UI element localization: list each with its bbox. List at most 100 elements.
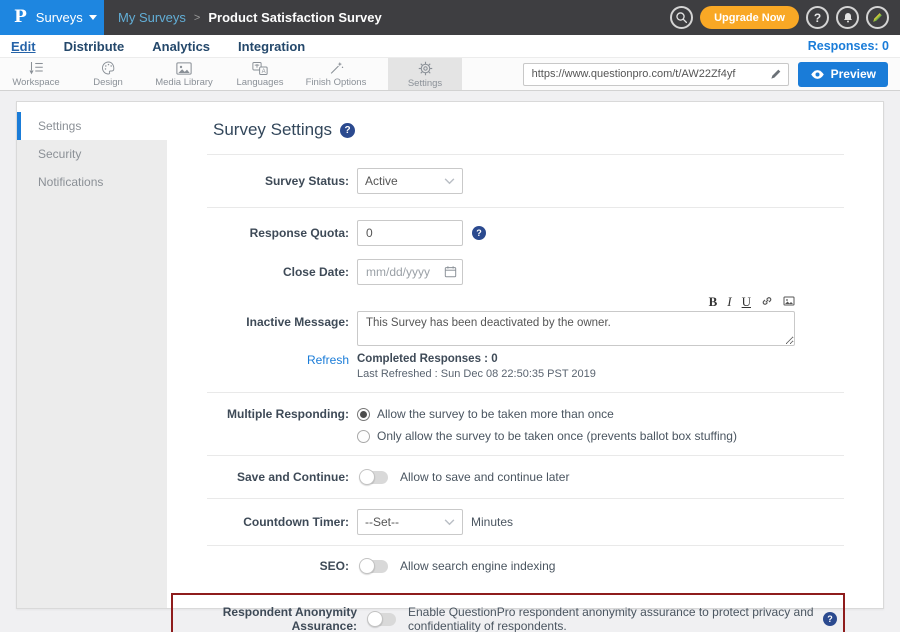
survey-url-wrap [523,63,789,86]
toggle-knob [367,611,383,627]
questionpro-logo: P [14,9,27,26]
respondent-anonymity-help-icon[interactable]: ? [823,612,837,626]
toolbar-item-settings[interactable]: Settings [388,58,462,90]
respondent-anonymity-toggle[interactable] [369,613,396,626]
responses-count[interactable]: Responses: 0 [808,39,889,53]
settings-main: Survey Settings ? Survey Status: Active … [167,102,883,608]
completed-responses-text: Completed Responses : 0 [357,353,596,365]
save-and-continue-toggle[interactable] [361,471,388,484]
toolbar-label: Workspace [12,77,59,88]
save-and-continue-row: Save and Continue: Allow to save and con… [167,456,883,498]
toolbar-item-workspace[interactable]: Workspace [0,58,72,90]
seo-label: SEO: [167,559,357,573]
pencil-list-icon [27,60,45,76]
countdown-timer-select[interactable]: --Set-- [357,509,463,535]
translate-icon: A [251,61,269,76]
radio-selected-icon[interactable] [357,408,370,421]
toolbar-item-media-library[interactable]: Media Library [144,58,224,90]
settings-sidebar: Settings Security Notifications [17,102,167,608]
tab-analytics[interactable]: Analytics [152,39,210,54]
settings-card: Settings Security Notifications Survey S… [16,101,884,609]
sidebar-item-notifications[interactable]: Notifications [17,168,167,196]
insert-image-icon[interactable] [783,295,795,307]
top-navbar: P Surveys My Surveys > Product Satisfact… [0,0,900,35]
underline-button[interactable]: U [742,295,751,308]
close-date-wrap [357,259,463,285]
surveys-menu[interactable]: Surveys [36,10,97,25]
calendar-icon[interactable] [444,265,457,278]
italic-button[interactable]: I [727,295,731,308]
last-refreshed-text: Last Refreshed : Sun Dec 08 22:50:35 PST… [357,368,596,380]
refresh-row: Refresh Completed Responses : 0 Last Ref… [167,349,883,392]
survey-settings-help-icon[interactable]: ? [340,123,355,138]
tab-edit[interactable]: Edit [11,39,36,54]
multiple-responding-options: Allow the survey to be taken more than o… [357,407,737,443]
breadcrumb-my-surveys[interactable]: My Surveys [118,10,186,25]
toolbar-sections: Workspace Design Media Library A [0,58,462,90]
toolbar-item-languages[interactable]: A Languages [224,58,296,90]
richtext-toolbar: B I U [357,293,795,309]
survey-status-select[interactable]: Active [357,168,463,194]
help-button[interactable]: ? [806,6,829,29]
toolbar-label: Design [93,77,123,88]
brand-block[interactable]: P Surveys [0,0,104,35]
search-button[interactable] [670,6,693,29]
response-quota-help-icon[interactable]: ? [472,226,486,240]
sidebar-item-label: Notifications [38,175,103,189]
countdown-timer-unit: Minutes [471,515,513,529]
inactive-message-row: Inactive Message: B I U [167,291,883,349]
radio-option-once[interactable]: Only allow the survey to be taken once (… [357,429,737,443]
upgrade-now-button[interactable]: Upgrade Now [700,6,799,29]
survey-tab-bar: Edit Distribute Analytics Integration Re… [0,35,900,58]
whats-new-button[interactable] [866,6,889,29]
save-and-continue-description: Allow to save and continue later [400,470,569,484]
respondent-anonymity-description: Enable QuestionPro respondent anonymity … [408,605,817,632]
navbar-actions: Upgrade Now ? [670,6,900,29]
seo-toggle[interactable] [361,560,388,573]
close-date-row: Close Date: [167,251,883,291]
chevron-down-icon [444,519,455,526]
help-icon: ? [814,11,821,25]
response-quota-input[interactable] [357,220,463,246]
inactive-message-textarea[interactable]: This Survey has been deactivated by the … [357,311,795,346]
tab-integration[interactable]: Integration [238,39,305,54]
responses-summary: Completed Responses : 0 Last Refreshed :… [357,353,596,380]
bold-button[interactable]: B [709,295,718,308]
toolbar-label: Settings [408,78,442,89]
response-quota-row: Response Quota: ? [167,208,883,251]
survey-status-label: Survey Status: [167,174,357,188]
notifications-button[interactable] [836,6,859,29]
toolbar-item-finish-options[interactable]: Finish Options [296,58,376,90]
radio-unselected-icon[interactable] [357,430,370,443]
refresh-link[interactable]: Refresh [167,353,357,367]
survey-url-input[interactable] [523,63,789,86]
sidebar-item-label: Security [38,147,81,161]
breadcrumb: My Surveys > Product Satisfaction Survey [118,10,382,25]
chevron-down-icon [444,178,455,185]
radio-option-multiple[interactable]: Allow the survey to be taken more than o… [357,407,737,421]
page-title: Survey Settings [213,120,332,140]
sidebar-item-settings[interactable]: Settings [17,112,167,140]
edit-url-pencil-icon[interactable] [769,67,783,81]
gear-icon [417,60,434,77]
radio-option-label: Only allow the survey to be taken once (… [377,429,737,443]
sidebar-active-wrap: Settings [17,102,167,140]
eye-icon [810,69,825,80]
radio-option-label: Allow the survey to be taken more than o… [377,407,614,421]
toolbar-item-design[interactable]: Design [72,58,144,90]
toolbar-label: Languages [236,77,283,88]
survey-status-row: Survey Status: Active [167,155,883,207]
toggle-knob [359,558,375,574]
inactive-message-label: Inactive Message: [167,293,357,329]
magic-wand-icon [328,60,345,76]
palette-icon [100,60,117,76]
tab-distribute[interactable]: Distribute [64,39,125,54]
sidebar-item-security[interactable]: Security [17,140,167,168]
search-icon [675,11,688,24]
link-icon[interactable] [761,295,773,307]
toolbar-right: Preview [523,58,900,90]
preview-button[interactable]: Preview [798,62,888,87]
close-date-label: Close Date: [167,265,357,279]
toolbar-label: Media Library [155,77,213,88]
countdown-timer-row: Countdown Timer: --Set-- Minutes [167,499,883,545]
